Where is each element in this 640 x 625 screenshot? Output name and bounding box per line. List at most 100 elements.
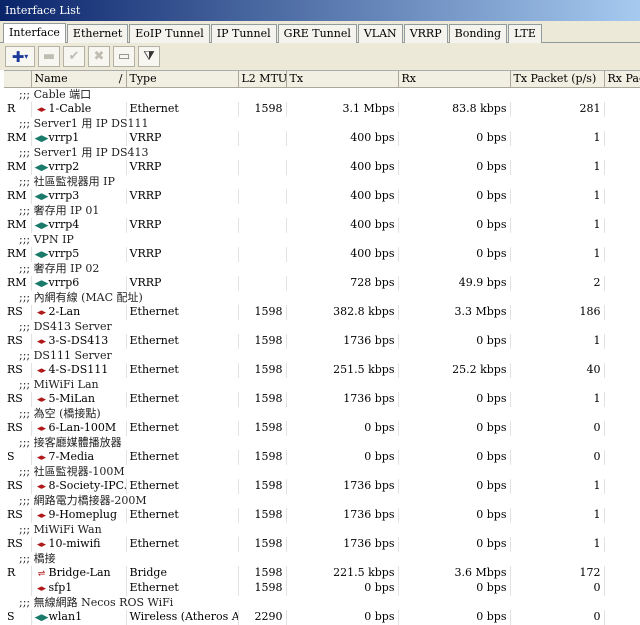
table-row[interactable]: RS ◂▸ 4-S-DS111 Ethernet 1598 251.5 kbps 25.2 … — [4, 362, 640, 378]
row-l2-mtu — [238, 246, 287, 262]
table-row[interactable]: RS ◂▸ 9-Homeplug Ethernet 1598 1736 bps 0 bps 1 — [4, 507, 640, 523]
row-comment: ;;; 社區監視器-100M — [19, 464, 125, 478]
comment-row[interactable]: ;;; Cable 端口 — [4, 87, 640, 102]
table-row[interactable]: RS ◂▸ 3-S-DS413 Ethernet 1598 1736 bps 0 bps 1 — [4, 333, 640, 349]
row-rx-packet — [604, 392, 640, 407]
comment-row[interactable]: ;;; Server1 用 IP DS413 — [4, 146, 640, 160]
row-rx-packet — [604, 131, 640, 146]
comment-row[interactable]: ;;; VPN IP — [4, 233, 640, 247]
comment-row[interactable]: ;;; 社區監視器-100M — [4, 465, 640, 479]
comment-row[interactable]: ;;; DS413 Server — [4, 320, 640, 334]
comment-row[interactable]: ;;; Server1 用 IP DS111 — [4, 117, 640, 131]
ethernet-icon: ◂▸ — [36, 394, 47, 405]
row-type: Ethernet — [126, 333, 239, 349]
column-header-rx[interactable]: Rx — [398, 71, 511, 88]
row-name: 3-S-DS413 — [48, 333, 109, 347]
table-row[interactable]: RS ◂▸ 2-Lan Ethernet 1598 382.8 kbps 3.3 Mbps 1… — [4, 304, 640, 320]
table-row[interactable]: S◀▶wlan1Wireless (Atheros AR...22900 bps… — [4, 609, 640, 625]
row-tx: 400 bps — [286, 130, 399, 146]
column-header-tx-packet[interactable]: Tx Packet (p/s) — [510, 71, 605, 88]
tab-lte[interactable]: LTE — [508, 24, 542, 43]
table-row[interactable]: RM ◀▶vrrp1 VRRP 400 bps 0 bps 1 — [4, 130, 640, 146]
row-type: Ethernet — [126, 449, 239, 465]
comment-row[interactable]: ;;; 接客廳媒體播放器 — [4, 436, 640, 450]
disable-button[interactable]: ✖ — [88, 46, 110, 67]
tab-gre-tunnel[interactable]: GRE Tunnel — [277, 24, 357, 43]
column-header-tx[interactable]: Tx — [286, 71, 399, 88]
row-l2-mtu — [238, 275, 287, 291]
row-tx: 400 bps — [286, 217, 399, 233]
row-l2-mtu: 1598 — [238, 333, 287, 349]
table-row[interactable]: RS ◂▸ 8-Society-IPC... Ethernet 1598 1736 bps… — [4, 478, 640, 494]
row-rx: 0 bps — [398, 609, 511, 625]
vrrp-icon: ◀▶ — [34, 249, 49, 260]
tab-vlan[interactable]: VLAN — [357, 24, 403, 43]
remove-button[interactable]: ▬ — [38, 46, 60, 67]
comment-row[interactable]: ;;; 社區監視器用 IP — [4, 175, 640, 189]
table-row[interactable]: RS ◂▸ 10-miwifi Ethernet 1598 1736 bps 0 bps 1 — [4, 536, 640, 552]
row-rx-packet — [604, 363, 640, 378]
tab-vrrp[interactable]: VRRP — [403, 24, 448, 43]
tab-ethernet[interactable]: Ethernet — [66, 24, 129, 43]
table-row[interactable]: RM ◀▶vrrp2 VRRP 400 bps 0 bps 1 — [4, 159, 640, 175]
row-tx: 0 bps — [286, 449, 399, 465]
add-button[interactable]: ✚ ▾ — [5, 46, 35, 67]
comment-row[interactable]: ;;; 無線網路 Necos ROS WiFi — [4, 596, 640, 610]
column-header-type[interactable]: Type — [126, 71, 239, 88]
row-tx-packet: 0 — [510, 580, 605, 596]
filter-button[interactable]: ⧩ — [138, 46, 160, 67]
tab-interface[interactable]: Interface — [3, 23, 66, 43]
row-flags: R — [4, 565, 32, 581]
tab-ip-tunnel[interactable]: IP Tunnel — [210, 24, 277, 43]
row-tx-packet: 0 — [510, 449, 605, 465]
row-rx: 0 bps — [398, 217, 511, 233]
comment-row[interactable]: ;;; MiWiFi Lan — [4, 378, 640, 392]
row-tx-packet: 0 — [510, 609, 605, 625]
column-header-rx-packet[interactable]: Rx Pack — [604, 71, 640, 88]
table-row[interactable]: RM ◀▶vrrp3 VRRP 400 bps 0 bps 1 — [4, 188, 640, 204]
bridge-icon: ⇌ — [37, 568, 46, 579]
ethernet-icon: ◂▸ — [36, 336, 47, 347]
table-row[interactable]: RM ◀▶vrrp4 VRRP 400 bps 0 bps 1 — [4, 217, 640, 233]
comment-row[interactable]: ;;; 奢存用 IP 02 — [4, 262, 640, 276]
row-name-cell: ◂▸ 3-S-DS413 — [31, 333, 127, 349]
table-row[interactable]: S ◂▸ 7-Media Ethernet 1598 0 bps 0 bps 0 — [4, 449, 640, 465]
table-row[interactable]: ◂▸ sfp1 Ethernet 1598 0 bps 0 bps 0 — [4, 580, 640, 596]
comment-row[interactable]: ;;; 奢存用 IP 01 — [4, 204, 640, 218]
row-name-cell: ◂▸ 4-S-DS111 — [31, 362, 127, 378]
row-flags: RS — [4, 333, 32, 349]
enable-button[interactable]: ✔ — [63, 46, 85, 67]
row-tx-packet: 40 — [510, 362, 605, 378]
row-tx: 1736 bps — [286, 536, 399, 552]
column-header-l2-mtu[interactable]: L2 MTU — [238, 71, 287, 88]
row-name: 8-Society-IPC... — [48, 478, 126, 492]
row-flags: S — [4, 609, 32, 625]
table-row[interactable]: R ◂▸ 1-Cable Ethernet 1598 3.1 Mbps 83.8 kbps 2… — [4, 101, 640, 117]
comment-row[interactable]: ;;; 為空 (橋接點) — [4, 407, 640, 421]
table-row[interactable]: RS ◂▸ 6-Lan-100M Ethernet 1598 0 bps 0 bps 0 — [4, 420, 640, 436]
table-row[interactable]: R ⇌ Bridge-Lan Bridge 1598 221.5 kbps 3.6 Mbps… — [4, 565, 640, 581]
check-icon: ✔ — [68, 49, 80, 64]
row-comment: ;;; 內網有線 (MAC 配址) — [19, 290, 143, 304]
comment-row[interactable]: ;;; MiWiFi Wan — [4, 523, 640, 537]
table-row[interactable]: RM ◀▶vrrp5 VRRP 400 bps 0 bps 1 — [4, 246, 640, 262]
row-comment: ;;; Server1 用 IP DS413 — [19, 145, 149, 159]
row-name-cell: ◀▶vrrp6 — [31, 275, 127, 291]
comment-row[interactable]: ;;; 網路電力橋接器-200M — [4, 494, 640, 508]
comment-row[interactable]: ;;; 橋接 — [4, 552, 640, 566]
tab-bonding[interactable]: Bonding — [448, 24, 508, 43]
column-header-name[interactable]: Name / — [31, 71, 127, 88]
column-header-flags[interactable] — [4, 71, 32, 88]
comment-button[interactable]: ▭ — [113, 46, 135, 67]
row-flags: RS — [4, 391, 32, 407]
row-tx: 1736 bps — [286, 478, 399, 494]
row-comment: ;;; MiWiFi Wan — [19, 522, 102, 536]
plus-icon: ✚ — [11, 47, 25, 66]
comment-row[interactable]: ;;; DS111 Server — [4, 349, 640, 363]
table-row[interactable]: RS ◂▸ 5-MiLan Ethernet 1598 1736 bps 0 bps 1 — [4, 391, 640, 407]
tab-eoip-tunnel[interactable]: EoIP Tunnel — [129, 24, 210, 43]
comment-row[interactable]: ;;; 內網有線 (MAC 配址) — [4, 291, 640, 305]
row-comment: ;;; 接客廳媒體播放器 — [19, 435, 122, 449]
table-row[interactable]: RM ◀▶vrrp6 VRRP 728 bps 49.9 bps 2 — [4, 275, 640, 291]
row-tx-packet: 1 — [510, 507, 605, 523]
